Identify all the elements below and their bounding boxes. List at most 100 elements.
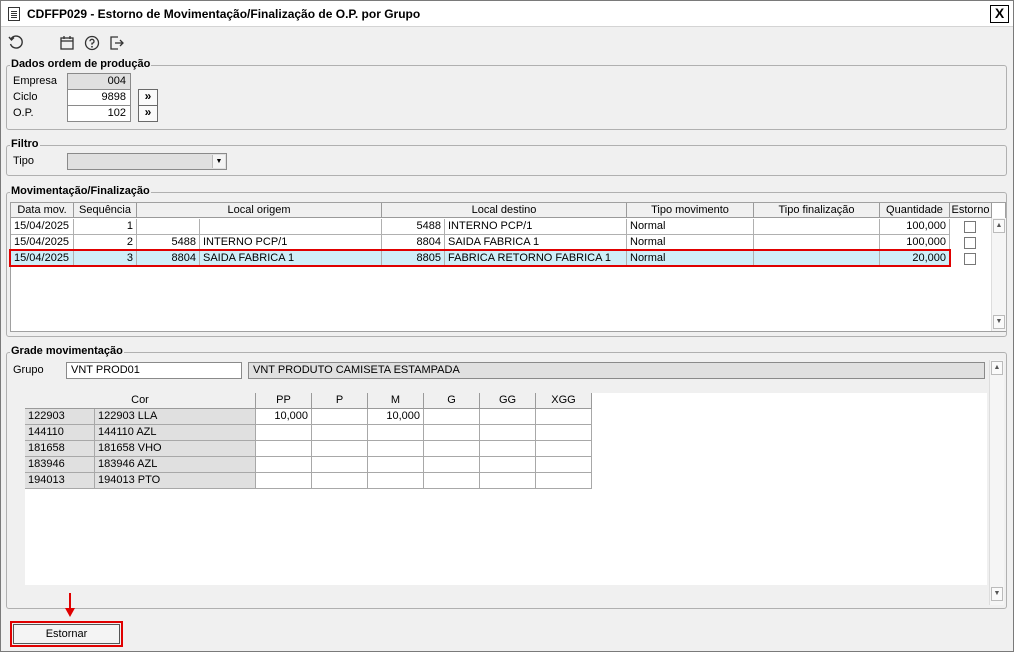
- col-header-tipo-finalizacao[interactable]: Tipo finalização: [754, 203, 880, 218]
- size-qty-cell[interactable]: [480, 441, 536, 457]
- window-title: CDFFP029 - Estorno de Movimentação/Final…: [27, 7, 421, 21]
- size-qty-cell[interactable]: [312, 441, 368, 457]
- size-qty-cell[interactable]: [480, 457, 536, 473]
- cor-codigo: 183946: [25, 457, 95, 473]
- size-qty-cell[interactable]: [368, 441, 424, 457]
- cell-destino-nome: FABRICA RETORNO FABRICA 1: [445, 251, 627, 267]
- col-header-size[interactable]: M: [368, 393, 424, 409]
- movimentacao-table: Data mov. Sequência Local origem Local d…: [10, 202, 1006, 332]
- estorno-checkbox[interactable]: [964, 221, 976, 233]
- size-qty-cell[interactable]: [424, 425, 480, 441]
- table-row[interactable]: 15/04/2025 3 8804 SAIDA FABRICA 1 8805 F…: [11, 251, 992, 267]
- size-qty-cell[interactable]: [312, 457, 368, 473]
- op-field[interactable]: 102: [67, 105, 131, 122]
- size-qty-cell[interactable]: [256, 473, 312, 489]
- cor-nome: 122903 LLA: [95, 409, 256, 425]
- col-header-size[interactable]: GG: [480, 393, 536, 409]
- cell-tipo-finalizacao: [754, 251, 880, 267]
- ciclo-search-button[interactable]: »: [138, 89, 158, 106]
- op-label: O.P.: [13, 107, 34, 119]
- size-qty-cell[interactable]: [312, 409, 368, 425]
- grade-row: 181658 181658 VHO: [25, 441, 592, 457]
- size-qty-cell[interactable]: [312, 473, 368, 489]
- size-qty-cell[interactable]: [424, 441, 480, 457]
- close-button[interactable]: X: [990, 5, 1009, 23]
- scroll-down-icon[interactable]: ▼: [993, 315, 1005, 329]
- chevron-down-icon[interactable]: ▼: [212, 155, 225, 168]
- main-window: CDFFP029 - Estorno de Movimentação/Final…: [0, 0, 1014, 652]
- grade-scrollbar[interactable]: ▲ ▼: [989, 360, 1004, 605]
- col-header-size[interactable]: P: [312, 393, 368, 409]
- size-qty-cell[interactable]: [368, 473, 424, 489]
- size-qty-cell[interactable]: [424, 473, 480, 489]
- size-qty-cell[interactable]: [368, 457, 424, 473]
- size-qty-cell[interactable]: [536, 409, 592, 425]
- movimentacao-scrollbar[interactable]: ▲ ▼: [991, 218, 1006, 331]
- op-search-button[interactable]: »: [138, 105, 158, 122]
- size-qty-cell[interactable]: [368, 425, 424, 441]
- calendar-icon[interactable]: [58, 35, 76, 53]
- title-bar: CDFFP029 - Estorno de Movimentação/Final…: [1, 1, 1013, 27]
- size-qty-cell[interactable]: [256, 425, 312, 441]
- table-row[interactable]: 15/04/2025 1 5488 INTERNO PCP/1 Normal 1…: [11, 219, 992, 235]
- col-header-quantidade[interactable]: Quantidade: [880, 203, 950, 218]
- help-icon[interactable]: [83, 35, 101, 53]
- cor-nome: 194013 PTO: [95, 473, 256, 489]
- cell-tipo-movimento: Normal: [627, 219, 754, 235]
- estorno-checkbox[interactable]: [964, 253, 976, 265]
- cell-tipo-finalizacao: [754, 235, 880, 251]
- grupo-description: VNT PRODUTO CAMISETA ESTAMPADA: [248, 362, 985, 379]
- scroll-up-icon[interactable]: ▲: [991, 361, 1003, 375]
- col-header-size[interactable]: PP: [256, 393, 312, 409]
- cell-destino-codigo: 8804: [382, 235, 445, 251]
- ciclo-label: Ciclo: [13, 91, 38, 103]
- size-qty-cell[interactable]: [256, 441, 312, 457]
- size-qty-cell[interactable]: [424, 409, 480, 425]
- col-header-local-destino[interactable]: Local destino: [382, 203, 627, 218]
- filtro-legend: Filtro: [10, 138, 40, 150]
- ciclo-field[interactable]: 9898: [67, 89, 131, 106]
- col-header-data-mov[interactable]: Data mov.: [11, 203, 74, 218]
- grade-row: 144110 144110 AZL: [25, 425, 592, 441]
- col-header-local-origem[interactable]: Local origem: [137, 203, 382, 218]
- col-header-tipo-movimento[interactable]: Tipo movimento: [627, 203, 754, 218]
- estorno-checkbox[interactable]: [964, 237, 976, 249]
- size-qty-cell[interactable]: [312, 425, 368, 441]
- size-qty-cell[interactable]: [480, 473, 536, 489]
- cell-origem-codigo: 5488: [137, 235, 200, 251]
- cell-quantidade: 100,000: [880, 219, 950, 235]
- table-row[interactable]: 15/04/2025 2 5488 INTERNO PCP/1 8804 SAI…: [11, 235, 992, 251]
- cell-data-mov: 15/04/2025: [11, 235, 74, 251]
- scroll-up-icon[interactable]: ▲: [993, 219, 1005, 233]
- refresh-icon[interactable]: [7, 35, 25, 53]
- size-qty-cell[interactable]: [424, 457, 480, 473]
- size-qty-cell[interactable]: 10,000: [256, 409, 312, 425]
- size-qty-cell[interactable]: [256, 457, 312, 473]
- col-header-size[interactable]: XGG: [536, 393, 592, 409]
- grade-legend: Grade movimentação: [10, 345, 124, 357]
- tipo-select[interactable]: ▼: [67, 153, 227, 170]
- size-qty-cell[interactable]: [480, 425, 536, 441]
- cell-tipo-movimento: Normal: [627, 251, 754, 267]
- size-qty-cell[interactable]: [536, 457, 592, 473]
- size-qty-cell[interactable]: [536, 441, 592, 457]
- size-qty-cell[interactable]: [536, 473, 592, 489]
- size-qty-cell[interactable]: 10,000: [368, 409, 424, 425]
- exit-icon[interactable]: [108, 35, 126, 53]
- col-header-size[interactable]: G: [424, 393, 480, 409]
- cell-sequencia: 2: [74, 235, 137, 251]
- size-qty-cell[interactable]: [536, 425, 592, 441]
- col-header-cor[interactable]: Cor: [25, 393, 256, 409]
- size-qty-cell[interactable]: [480, 409, 536, 425]
- scroll-down-icon[interactable]: ▼: [991, 587, 1003, 601]
- empresa-label: Empresa: [13, 75, 58, 87]
- cell-destino-codigo: 5488: [382, 219, 445, 235]
- col-header-estorno[interactable]: Estorno: [950, 203, 992, 218]
- estornar-button[interactable]: Estornar: [13, 624, 120, 644]
- cell-destino-codigo: 8805: [382, 251, 445, 267]
- document-icon: [8, 7, 20, 21]
- cell-origem-codigo: 8804: [137, 251, 200, 267]
- col-header-sequencia[interactable]: Sequência: [74, 203, 137, 218]
- grupo-field[interactable]: VNT PROD01: [66, 362, 242, 379]
- dados-ordem-legend: Dados ordem de produção: [10, 58, 152, 70]
